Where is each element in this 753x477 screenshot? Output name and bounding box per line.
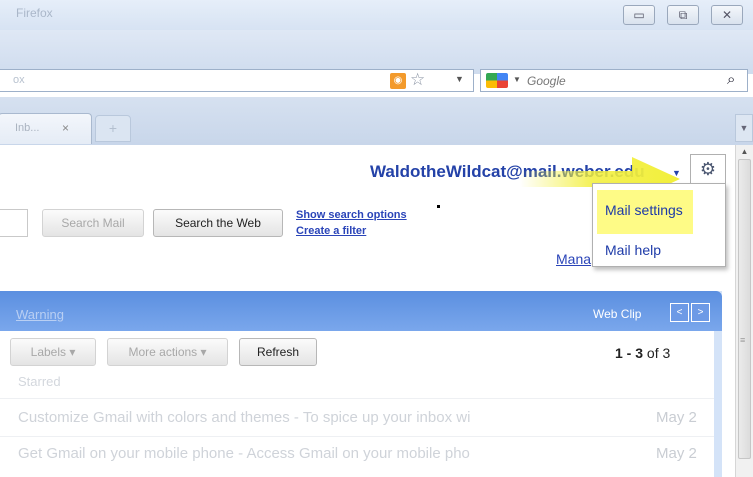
count-range: 1 - 3 bbox=[615, 345, 644, 361]
rss-icon[interactable]: ◉ bbox=[390, 73, 406, 89]
cursor-dot bbox=[437, 205, 440, 208]
tab-list-button[interactable]: ▼ bbox=[735, 114, 753, 142]
search-web-button[interactable]: Search the Web bbox=[153, 209, 283, 237]
starred-section-label[interactable]: Starred bbox=[18, 374, 61, 389]
show-search-options-link[interactable]: Show search options bbox=[296, 209, 407, 221]
window-title: Firefox bbox=[16, 6, 53, 20]
search-mail-button[interactable]: Search Mail bbox=[42, 209, 144, 237]
webclip-label: Web Clip bbox=[593, 307, 642, 321]
webclip-prev-button[interactable]: < bbox=[670, 303, 689, 322]
maximize-button[interactable]: ⧉ bbox=[667, 5, 699, 25]
create-filter-link[interactable]: Create a filter bbox=[296, 225, 366, 237]
row-divider bbox=[0, 436, 714, 437]
new-tab-button[interactable]: + bbox=[95, 115, 131, 142]
browser-window: Firefox ▭ ⧉ ✕ ox ◉ ☆ ▼ ▼ Google ⌕ Inb...… bbox=[0, 0, 753, 477]
mail-row-date: May 2 bbox=[656, 409, 697, 426]
menu-item-mail-help[interactable]: Mail help bbox=[605, 242, 661, 258]
tab-label: Inb... bbox=[15, 122, 40, 134]
google-icon[interactable] bbox=[486, 73, 508, 88]
tab-close-icon[interactable]: × bbox=[62, 121, 69, 135]
mail-row-subject[interactable]: Customize Gmail with colors and themes -… bbox=[18, 409, 470, 426]
vertical-scrollbar[interactable]: ▲ ≡ bbox=[735, 145, 753, 477]
refresh-button[interactable]: Refresh bbox=[239, 338, 317, 366]
minimize-button[interactable]: ▭ bbox=[623, 5, 655, 25]
menu-item-mail-settings[interactable]: Mail settings bbox=[597, 190, 693, 234]
scroll-thumb[interactable] bbox=[738, 159, 751, 459]
menu-item-label: Mail settings bbox=[605, 202, 683, 218]
magnifier-icon[interactable]: ⌕ bbox=[727, 71, 735, 88]
scroll-up-icon[interactable]: ▲ bbox=[736, 147, 753, 156]
url-text: ox bbox=[13, 74, 25, 86]
gear-icon[interactable]: ⚙ bbox=[690, 154, 726, 184]
webclip-next-button[interactable]: > bbox=[691, 303, 710, 322]
labels-button[interactable]: Labels ▾ bbox=[10, 338, 96, 366]
manage-link[interactable]: Mana bbox=[556, 251, 591, 267]
row-divider bbox=[0, 398, 714, 399]
scroll-grip-icon: ≡ bbox=[740, 335, 746, 345]
navigation-bar bbox=[0, 30, 753, 74]
warning-link[interactable]: Warning bbox=[16, 307, 64, 322]
settings-dropdown-menu: Mail settings Mail help bbox=[592, 183, 726, 267]
browser-search-box[interactable]: ▼ Google ⌕ bbox=[480, 69, 748, 92]
search-input[interactable] bbox=[0, 209, 28, 237]
more-actions-button[interactable]: More actions ▾ bbox=[107, 338, 228, 366]
mail-row-subject[interactable]: Get Gmail on your mobile phone - Access … bbox=[18, 445, 470, 462]
star-icon[interactable]: ☆ bbox=[410, 70, 425, 90]
tab-inbox[interactable]: Inb... × bbox=[0, 113, 92, 144]
close-window-button[interactable]: ✕ bbox=[711, 5, 743, 25]
engine-dropdown-icon[interactable]: ▼ bbox=[513, 75, 521, 84]
search-engine-placeholder: Google bbox=[527, 74, 566, 88]
count-total: of 3 bbox=[646, 345, 671, 361]
title-bar: Firefox ▭ ⧉ ✕ bbox=[0, 0, 753, 30]
message-count: 1 - 3 of 3 bbox=[615, 345, 670, 361]
mail-row-date: May 2 bbox=[656, 445, 697, 462]
chevron-down-icon[interactable]: ▼ bbox=[455, 74, 464, 84]
